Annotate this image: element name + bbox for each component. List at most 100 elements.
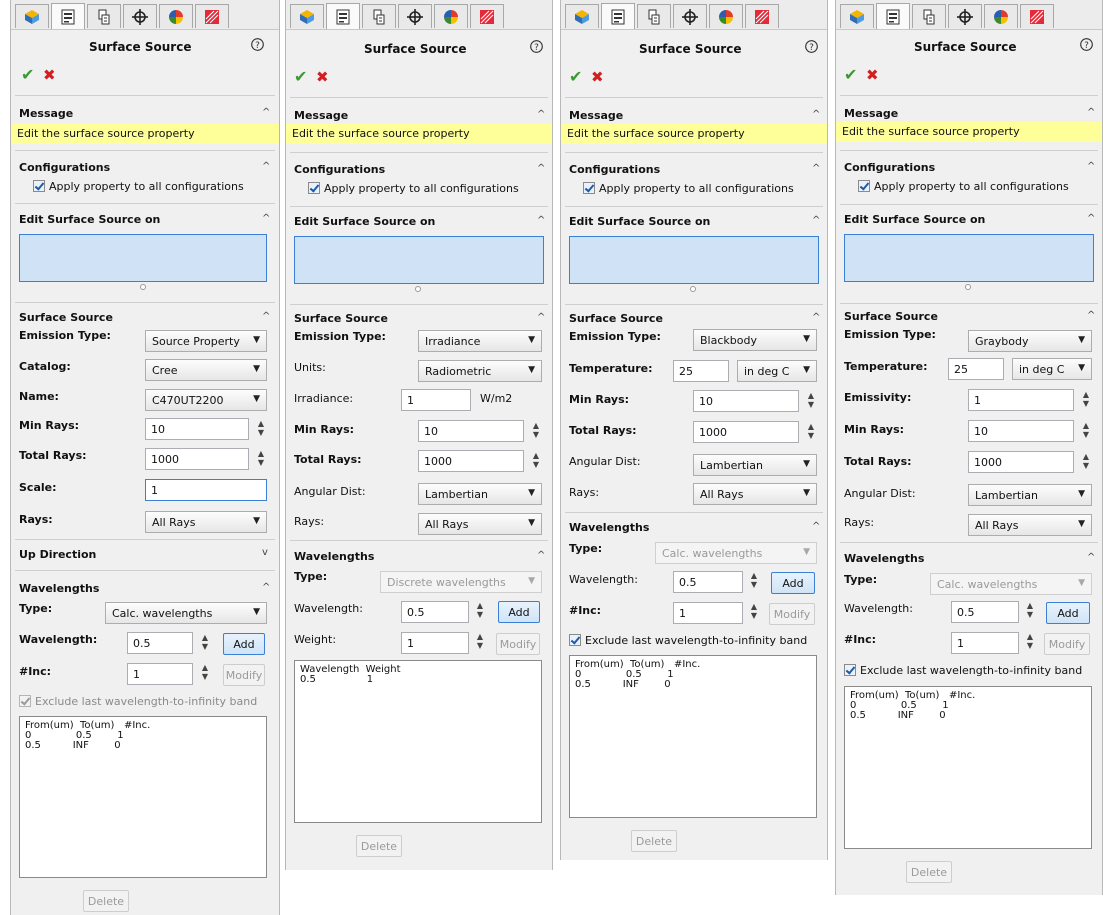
help-icon[interactable]: ?	[1080, 38, 1093, 55]
apply-all-configurations-checkbox[interactable]: Apply property to all configurations	[858, 180, 1069, 193]
modify-button[interactable]: Modify	[496, 633, 540, 655]
total-rays-spinner-icon[interactable]: ▲ ▼	[1079, 452, 1093, 474]
total-rays-input[interactable]: 1000	[145, 448, 249, 470]
min-rays-spinner-icon[interactable]: ▲ ▼	[254, 419, 268, 441]
add-button[interactable]: Add	[223, 633, 265, 655]
tab-feature-manager[interactable]	[840, 4, 874, 28]
angular-dist-select[interactable]: Lambertian	[693, 454, 817, 476]
inc-spinner-icon[interactable]: ▲ ▼	[1023, 632, 1037, 654]
tab-optics-manager[interactable]	[1020, 4, 1054, 28]
tab-configuration-manager[interactable]	[362, 4, 396, 28]
total-rays-spinner-icon[interactable]: ▲ ▼	[804, 422, 818, 444]
wavelength-input[interactable]: 0.5	[673, 571, 743, 593]
help-icon[interactable]: ?	[251, 38, 264, 55]
collapse-chevron-icon[interactable]: ^	[262, 161, 270, 172]
collapse-chevron-icon[interactable]: ^	[812, 163, 820, 174]
resize-handle-icon[interactable]	[140, 284, 146, 290]
face-selection-box[interactable]	[569, 236, 819, 284]
total-rays-input[interactable]: 1000	[418, 450, 524, 472]
collapse-chevron-icon[interactable]: ^	[537, 109, 545, 120]
tab-feature-manager[interactable]	[290, 4, 324, 28]
min-rays-spinner-icon[interactable]: ▲ ▼	[1079, 421, 1093, 443]
add-button[interactable]: Add	[1046, 602, 1090, 624]
total-rays-spinner-icon[interactable]: ▲ ▼	[254, 449, 268, 471]
help-icon[interactable]: ?	[805, 40, 818, 57]
emissivity-input[interactable]: 1	[968, 389, 1074, 411]
weight-spinner-icon[interactable]: ▲ ▼	[473, 632, 487, 654]
ok-button[interactable]: ✔	[21, 65, 34, 84]
add-button[interactable]: Add	[771, 572, 815, 594]
tab-property-manager[interactable]	[326, 3, 360, 29]
tab-configuration-manager[interactable]	[637, 4, 671, 28]
angular-dist-select[interactable]: Lambertian	[418, 483, 542, 505]
resize-handle-icon[interactable]	[965, 284, 971, 290]
collapse-chevron-icon[interactable]: ^	[812, 215, 820, 226]
delete-button[interactable]: Delete	[356, 835, 402, 857]
modify-button[interactable]: Modify	[223, 664, 265, 686]
delete-button[interactable]: Delete	[83, 890, 129, 912]
tab-display-manager[interactable]	[159, 4, 193, 28]
cancel-button[interactable]: ✖	[43, 66, 56, 84]
modify-button[interactable]: Modify	[1044, 633, 1090, 655]
collapse-chevron-icon[interactable]: ^	[262, 107, 270, 118]
resize-handle-icon[interactable]	[415, 286, 421, 292]
inc-spinner-icon[interactable]: ▲ ▼	[747, 602, 761, 624]
emission-type-select[interactable]: Graybody	[968, 330, 1092, 352]
tab-configuration-manager[interactable]	[87, 4, 121, 28]
min-rays-spinner-icon[interactable]: ▲ ▼	[529, 421, 543, 443]
collapse-chevron-icon[interactable]: ^	[1087, 107, 1095, 118]
min-rays-spinner-icon[interactable]: ▲ ▼	[804, 391, 818, 413]
rays-select[interactable]: All Rays	[145, 511, 267, 533]
total-rays-input[interactable]: 1000	[693, 421, 799, 443]
face-selection-box[interactable]	[294, 236, 544, 284]
emission-type-select[interactable]: Blackbody	[693, 329, 817, 351]
min-rays-input[interactable]: 10	[418, 420, 524, 442]
angular-dist-select[interactable]: Lambertian	[968, 484, 1092, 506]
tab-display-manager[interactable]	[984, 4, 1018, 28]
scale-input[interactable]: 1	[145, 479, 267, 501]
tab-display-manager[interactable]	[709, 4, 743, 28]
ok-button[interactable]: ✔	[844, 65, 857, 84]
collapse-chevron-icon[interactable]: ^	[1087, 552, 1095, 563]
emissivity-spinner-icon[interactable]: ▲ ▼	[1079, 390, 1093, 412]
collapse-chevron-icon[interactable]: ^	[262, 311, 270, 322]
wavelength-table[interactable]: From(um) To(um) #Inc. 0 0.5 1 0.5 INF 0	[569, 655, 817, 818]
tab-display-manager[interactable]	[434, 4, 468, 28]
face-selection-box[interactable]	[844, 234, 1094, 282]
temperature-input[interactable]: 25	[673, 360, 729, 382]
tab-dimxpert-manager[interactable]	[398, 4, 432, 28]
collapse-chevron-icon[interactable]: ^	[262, 582, 270, 593]
wavelength-spinner-icon[interactable]: ▲ ▼	[747, 571, 761, 593]
up-direction-header[interactable]: Up Direction	[19, 548, 96, 561]
collapse-chevron-icon[interactable]: ^	[1087, 213, 1095, 224]
min-rays-input[interactable]: 10	[968, 420, 1074, 442]
rays-select[interactable]: All Rays	[418, 513, 542, 535]
rays-select[interactable]: All Rays	[968, 514, 1092, 536]
inc-spinner-icon[interactable]: ▲ ▼	[198, 663, 212, 685]
wavelength-table[interactable]: From(um) To(um) #Inc. 0 0.5 1 0.5 INF 0	[19, 716, 267, 878]
emission-type-select[interactable]: Irradiance	[418, 330, 542, 352]
emission-type-select[interactable]: Source Property	[145, 330, 267, 352]
collapse-chevron-icon[interactable]: ^	[1087, 161, 1095, 172]
cancel-button[interactable]: ✖	[866, 66, 879, 84]
inc-input[interactable]: 1	[127, 663, 193, 685]
min-rays-input[interactable]: 10	[693, 390, 799, 412]
tab-feature-manager[interactable]	[15, 4, 49, 28]
expand-chevron-icon[interactable]: v	[262, 547, 268, 558]
resize-handle-icon[interactable]	[690, 286, 696, 292]
tab-feature-manager[interactable]	[565, 4, 599, 28]
collapse-chevron-icon[interactable]: ^	[537, 163, 545, 174]
temperature-unit-select[interactable]: in deg C	[1012, 358, 1092, 380]
help-icon[interactable]: ?	[530, 40, 543, 57]
rays-select[interactable]: All Rays	[693, 483, 817, 505]
apply-all-configurations-checkbox[interactable]: Apply property to all configurations	[308, 182, 519, 195]
wavelength-type-select[interactable]: Calc. wavelengths	[105, 602, 267, 624]
tab-dimxpert-manager[interactable]	[948, 4, 982, 28]
exclude-band-checkbox[interactable]: Exclude last wavelength-to-infinity band	[569, 634, 807, 647]
name-select[interactable]: C470UT2200	[145, 389, 267, 411]
wavelength-input[interactable]: 0.5	[951, 601, 1019, 623]
ok-button[interactable]: ✔	[569, 67, 582, 86]
tab-optics-manager[interactable]	[195, 4, 229, 28]
temperature-input[interactable]: 25	[948, 358, 1004, 380]
collapse-chevron-icon[interactable]: ^	[537, 550, 545, 561]
